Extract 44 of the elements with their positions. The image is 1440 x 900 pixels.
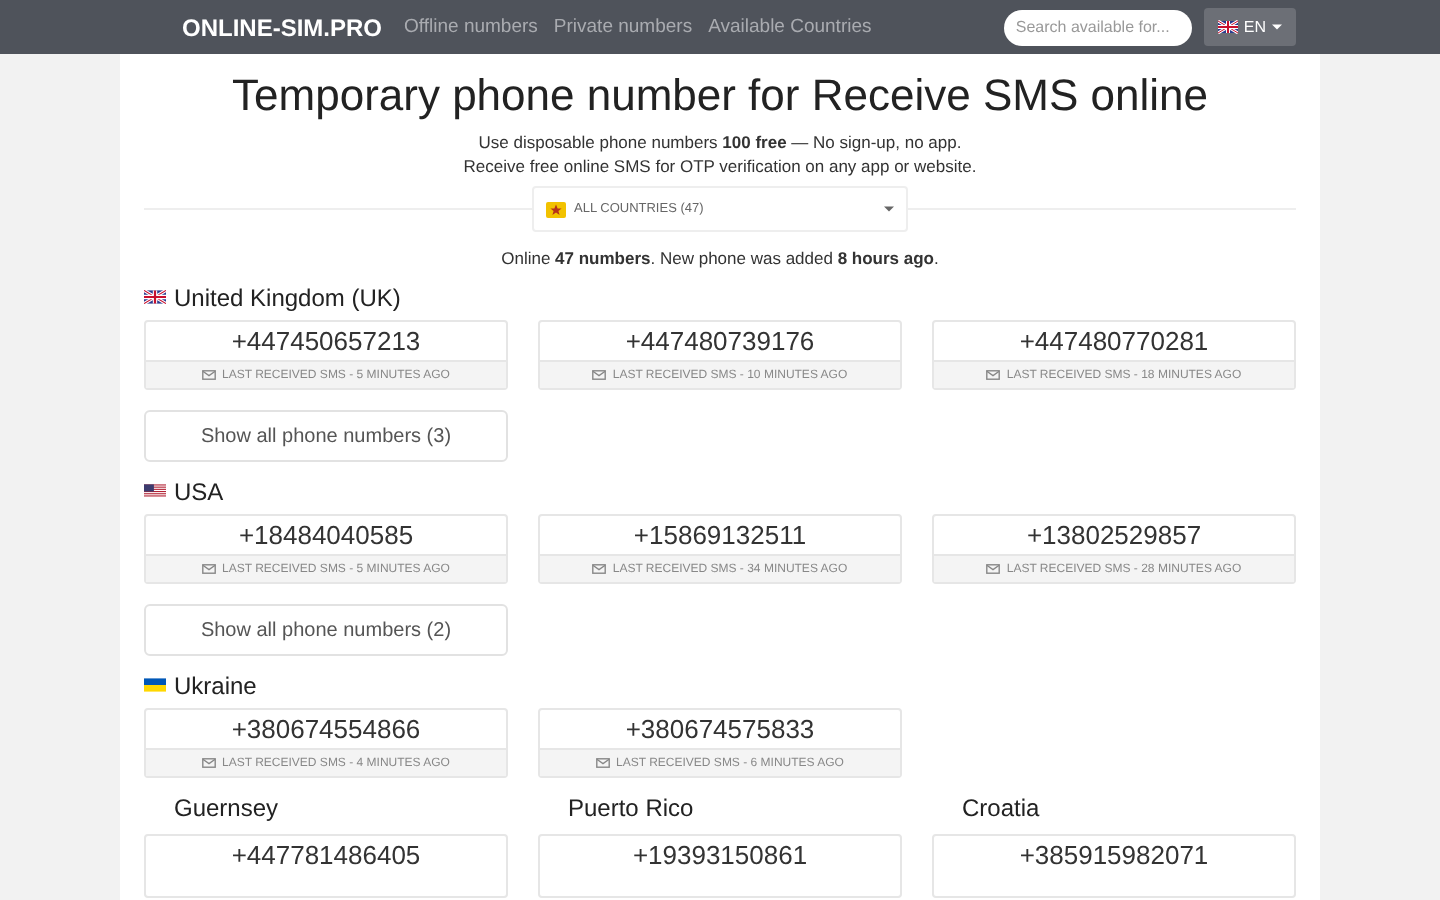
phone-number[interactable]: +380674575833 xyxy=(540,710,900,748)
phone-number[interactable]: +15869132511 xyxy=(540,516,900,554)
phone-number[interactable]: +13802529857 xyxy=(934,516,1294,554)
uk-flag-icon xyxy=(144,290,166,304)
country-heading: United Kingdom (UK) xyxy=(174,283,401,311)
mail-icon xyxy=(986,564,1001,574)
phone-number[interactable]: +380674554866 xyxy=(146,710,506,748)
search-field[interactable]: Search available for... xyxy=(1003,9,1192,45)
mail-icon xyxy=(596,758,611,768)
phone-number[interactable]: +447450657213 xyxy=(146,322,506,360)
phone-number[interactable]: +19393150861 xyxy=(540,836,900,874)
phone-number[interactable]: +447480739176 xyxy=(540,322,900,360)
star-icon xyxy=(546,201,566,217)
country-heading: Guernsey xyxy=(172,794,281,824)
us-flag-icon xyxy=(144,484,166,498)
mail-icon xyxy=(592,370,607,380)
country-heading: USA xyxy=(174,477,224,505)
number-card[interactable]: +447781486405 xyxy=(144,834,508,898)
mail-icon xyxy=(202,758,217,768)
site-logo[interactable]: ONLINE-SIM.PRO xyxy=(182,13,383,41)
caret-icon xyxy=(884,206,894,212)
phone-number[interactable]: +447781486405 xyxy=(146,836,506,874)
country-heading: Croatia xyxy=(960,794,1042,824)
phone-number[interactable]: +385915982071 xyxy=(934,836,1294,874)
ukraine-flag-icon xyxy=(144,678,166,692)
caret-icon xyxy=(1272,24,1282,30)
mail-icon xyxy=(986,370,1001,380)
number-card[interactable]: +385915982071 xyxy=(932,834,1296,898)
show-all-button[interactable]: Show all phone numbers (3) xyxy=(144,410,508,462)
page-title: Temporary phone number for Receive SMS online xyxy=(230,68,1210,122)
mail-icon xyxy=(202,564,217,574)
phone-number[interactable]: +18484040585 xyxy=(146,516,506,554)
country-heading: Ukraine xyxy=(174,671,257,699)
uk-flag-icon xyxy=(1217,20,1238,34)
phone-number[interactable]: +447480770281 xyxy=(934,322,1294,360)
mail-icon xyxy=(202,370,217,380)
subtitle-text: Use disposable phone numbers 100 free — No sign-up, no app. xyxy=(476,130,964,154)
language-button[interactable]: EN xyxy=(1203,8,1296,46)
show-all-button[interactable]: Show all phone numbers (2) xyxy=(144,604,508,656)
number-card[interactable]: +19393150861 xyxy=(538,834,902,898)
country-heading: Puerto Rico xyxy=(566,794,696,824)
status-text: Online 47 numbers. New phone was added 8 hours ago. xyxy=(499,248,941,268)
subtitle-text: Receive free online SMS for OTP verification on any app or website. xyxy=(461,154,979,178)
mail-icon xyxy=(592,564,607,574)
